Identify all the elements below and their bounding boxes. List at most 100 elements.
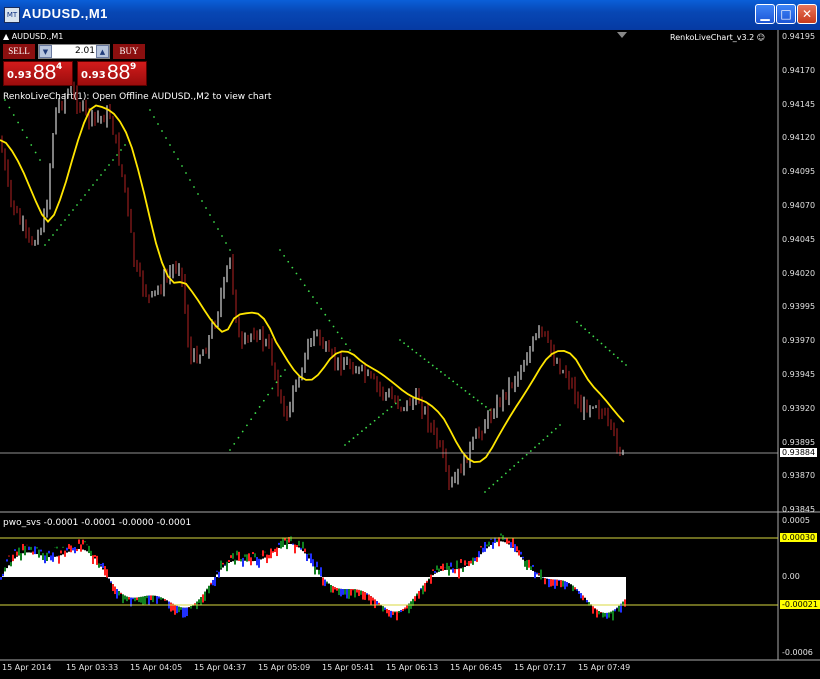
histogram-edge (534, 571, 536, 579)
histogram-bar (140, 577, 142, 597)
lot-up-icon[interactable]: ▲ (96, 45, 109, 58)
lot-value[interactable]: 2.01 (61, 45, 95, 58)
histogram-edge (278, 542, 280, 545)
envelope-dot (112, 159, 114, 161)
histogram-bar (220, 569, 222, 577)
histogram-edge (492, 542, 494, 549)
histogram-bar (598, 577, 600, 612)
histogram-edge (508, 540, 510, 544)
lot-down-icon[interactable]: ▼ (39, 45, 52, 58)
envelope-dot (201, 200, 203, 202)
envelope-dot (283, 254, 286, 257)
histogram-bar (614, 577, 616, 610)
histogram-edge (266, 554, 268, 564)
histogram-bar (262, 558, 264, 577)
histogram-bar (364, 577, 366, 593)
histogram-edge (558, 579, 560, 582)
histogram-edge (424, 583, 426, 592)
histogram-bar (568, 577, 570, 584)
histogram-bar (360, 577, 362, 591)
histogram-bar (156, 577, 158, 597)
histogram-edge (440, 566, 442, 569)
histogram-edge (336, 587, 338, 591)
histogram-edge (376, 601, 378, 606)
lot-size-input[interactable]: ▼ 2.01 ▲ (38, 44, 110, 59)
histogram-edge (184, 607, 186, 618)
title-bar[interactable]: MT AUDUSD.,M1 ▁ □ ✕ (0, 0, 820, 30)
histogram-bar (350, 577, 352, 590)
envelope-dot (165, 137, 167, 139)
histogram-bar (248, 561, 250, 577)
envelope-dot (361, 430, 363, 433)
envelope-dot (284, 369, 286, 371)
histogram-bar (162, 577, 164, 599)
close-button[interactable]: ✕ (797, 4, 817, 24)
one-click-trading-panel[interactable]: SELL ▼ 2.01 ▲ BUY 0.93 88 4 0.93 88 9 (3, 44, 147, 86)
histogram-edge (344, 589, 346, 595)
envelope-dot (217, 228, 219, 230)
histogram-edge (496, 540, 498, 543)
histogram-edge (352, 589, 354, 591)
histogram-edge (318, 569, 320, 575)
histogram-bar (354, 577, 356, 590)
sell-label[interactable]: SELL (3, 44, 35, 59)
histogram-edge (110, 581, 112, 583)
histogram-edge (526, 560, 528, 570)
time-tick-label: 15 Apr 05:41 (322, 663, 375, 672)
histogram-bar (202, 577, 204, 595)
mt4-chart-icon[interactable]: MT (4, 7, 20, 23)
histogram-bar (114, 577, 116, 587)
histogram-edge (44, 555, 46, 564)
histogram-bar (160, 577, 162, 598)
price-chart[interactable]: ▲ AUDUSD.,M1 RenkoLiveChart_v3.2 ☺ Renko… (0, 30, 820, 679)
price-tick-label: 0.93870 (782, 471, 816, 481)
chart-shift-marker[interactable] (617, 32, 627, 38)
histogram-edge (42, 552, 44, 561)
histogram-edge (426, 580, 428, 583)
histogram-edge (92, 555, 94, 564)
histogram-edge (398, 611, 400, 613)
buy-label[interactable]: BUY (113, 44, 145, 59)
histogram-edge (2, 573, 4, 577)
envelope-dot (233, 442, 236, 445)
histogram-bar (338, 577, 340, 589)
histogram-edge (340, 588, 342, 597)
histogram-edge (348, 589, 350, 599)
envelope-dot (484, 491, 486, 493)
histogram-edge (58, 555, 60, 564)
chart-canvas[interactable] (0, 30, 820, 679)
histogram-bar (618, 577, 620, 606)
sell-button[interactable]: 0.93 88 4 (3, 61, 73, 86)
histogram-bar (212, 577, 214, 580)
minimize-button[interactable]: ▁ (755, 4, 775, 24)
histogram-edge (126, 596, 128, 602)
histogram-edge (540, 569, 542, 580)
histogram-bar (390, 577, 392, 611)
envelope-dot (513, 465, 516, 467)
histogram-bar (594, 577, 596, 609)
histogram-edge (592, 606, 594, 614)
histogram-edge (334, 587, 336, 590)
histogram-bar (334, 577, 336, 588)
envelope-dot (80, 199, 82, 201)
envelope-dot (100, 174, 102, 176)
histogram-bar (186, 577, 188, 608)
envelope-dot (48, 239, 50, 241)
histogram-bar (252, 561, 254, 577)
histogram-edge (180, 607, 182, 610)
envelope-dot (344, 444, 346, 446)
buy-button[interactable]: 0.93 88 9 (77, 61, 147, 86)
histogram-edge (522, 556, 524, 559)
histogram-bar (308, 558, 310, 577)
envelope-dot (352, 437, 355, 439)
histogram-bar (154, 577, 156, 596)
maximize-button[interactable]: □ (776, 4, 796, 24)
histogram-edge (488, 541, 490, 546)
histogram-bar (184, 577, 186, 608)
histogram-edge (430, 574, 432, 584)
histogram-bar (412, 577, 414, 599)
envelope-dot (169, 144, 171, 146)
histogram-bar (288, 544, 290, 577)
histogram-bar (416, 577, 418, 594)
histogram-edge (228, 560, 230, 563)
